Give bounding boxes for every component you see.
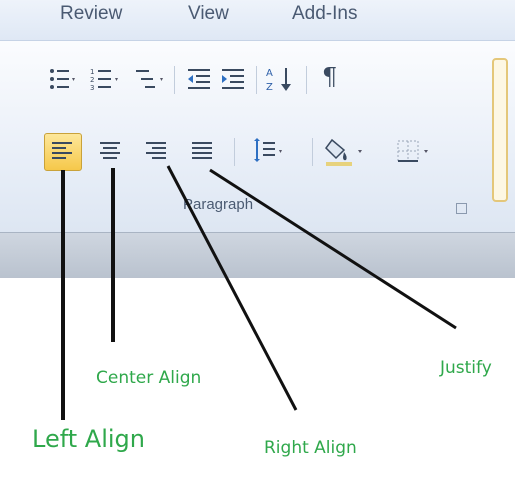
pointer-lines xyxy=(61,165,457,420)
annotation-center-align: Center Align xyxy=(96,368,202,388)
justify-pointer xyxy=(209,168,457,330)
annotation-left-align: Left Align xyxy=(32,425,145,453)
annotation-right-align: Right Align xyxy=(264,438,357,458)
annotation-justify: Justify xyxy=(440,358,492,378)
